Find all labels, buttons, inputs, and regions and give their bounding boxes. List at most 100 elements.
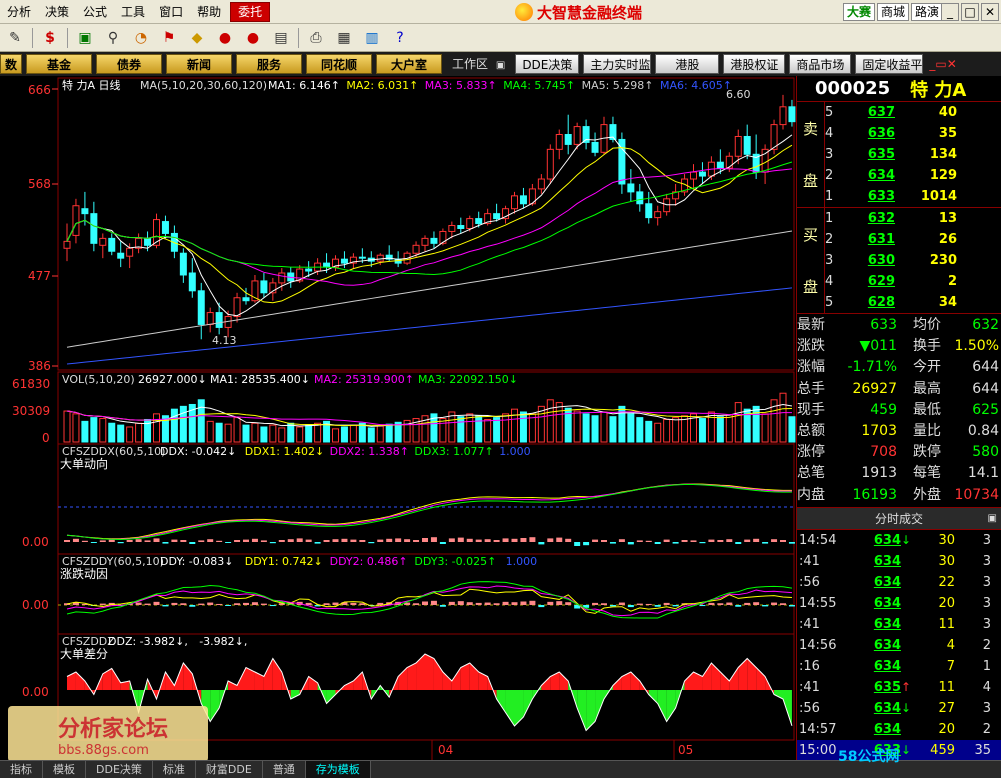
status-tab[interactable]: 标准: [153, 760, 196, 778]
candle-body: [197, 290, 205, 325]
status-tab[interactable]: 指标: [0, 760, 43, 778]
diamond-icon[interactable]: ◆: [186, 27, 208, 49]
panel-window-icons[interactable]: _▭✕: [929, 57, 956, 71]
btn-main-monitor[interactable]: 主力实时监控: [583, 54, 652, 74]
link-roadshow[interactable]: 路演: [911, 3, 944, 21]
restore-icon[interactable]: □: [961, 3, 979, 21]
link-mall[interactable]: 商城: [877, 3, 910, 21]
trade-price[interactable]: 634: [851, 530, 901, 551]
trade-toggle-icon[interactable]: ▣: [988, 508, 997, 530]
btn-vip-room[interactable]: 大户室: [376, 54, 443, 74]
ddx-bar: [735, 542, 742, 544]
trade-price[interactable]: 634: [851, 614, 901, 635]
ddz-segment: [442, 672, 452, 690]
bear-icon[interactable]: ●: [214, 27, 236, 49]
menu-analysis[interactable]: 分析: [0, 0, 38, 24]
ddx-bar: [162, 542, 169, 544]
trade-header[interactable]: 分时成交 ▣: [797, 507, 1001, 530]
stat-value: 633: [870, 317, 897, 333]
status-tab[interactable]: DDE决策: [86, 760, 153, 778]
order-row[interactable]: 1 633 1014: [825, 186, 1001, 207]
order-row[interactable]: 4 629 2: [825, 271, 1001, 292]
status-tab[interactable]: 模板: [43, 760, 86, 778]
bull-icon[interactable]: ●: [242, 27, 264, 49]
dollar-icon[interactable]: $: [39, 27, 61, 49]
stock-name: 特 力A: [910, 79, 967, 101]
order-row[interactable]: 5 628 34: [825, 292, 1001, 313]
trade-price[interactable]: 634: [851, 572, 901, 593]
red-flag-icon[interactable]: ⚑: [158, 27, 180, 49]
btn-tonghuashun[interactable]: 同花顺: [306, 54, 373, 74]
btn-fixed-income[interactable]: 固定收益平台: [855, 54, 924, 74]
pencil-icon[interactable]: ✎: [4, 27, 26, 49]
order-row[interactable]: 3 630 230: [825, 250, 1001, 271]
printer-icon[interactable]: ⎙: [305, 27, 327, 49]
menu-bar: 分析 决策 公式 工具 窗口 帮助 委托 大智慧金融终端 大赛 商城 路演 _ …: [0, 0, 1001, 24]
menu-window[interactable]: 窗口: [152, 0, 190, 24]
menu-tools[interactable]: 工具: [114, 0, 152, 24]
order-price[interactable]: 634: [837, 165, 895, 186]
btn-hk-warrant[interactable]: 港股权证: [723, 54, 786, 74]
order-row[interactable]: 3 635 134: [825, 144, 1001, 165]
trade-price[interactable]: 634: [851, 551, 901, 572]
order-volume: 40: [938, 105, 957, 120]
ddz-segment: [398, 667, 408, 690]
order-row[interactable]: 4 636 35: [825, 123, 1001, 144]
trade-price[interactable]: 634: [851, 719, 901, 740]
workspace-label[interactable]: 工作区 ▣: [446, 54, 512, 74]
btn-hk-stock[interactable]: 港股: [655, 54, 720, 74]
menu-decision[interactable]: 决策: [38, 0, 76, 24]
minimize-icon[interactable]: _: [941, 3, 959, 21]
order-price[interactable]: 628: [837, 292, 895, 313]
pie-chart-icon[interactable]: ◔: [130, 27, 152, 49]
order-price[interactable]: 630: [837, 250, 895, 271]
ddx-bar: [359, 540, 366, 542]
order-price[interactable]: 629: [837, 271, 895, 292]
order-row[interactable]: 1 632 13: [825, 208, 1001, 229]
trade-price[interactable]: 635: [851, 677, 901, 698]
status-tab[interactable]: 财富DDE: [196, 760, 263, 778]
btn-bond[interactable]: 债券: [96, 54, 163, 74]
menu-formula[interactable]: 公式: [76, 0, 114, 24]
trade-price[interactable]: 634: [851, 656, 901, 677]
ddx-bar: [565, 538, 572, 542]
stats-icon[interactable]: ▥: [361, 27, 383, 49]
entrust-button[interactable]: 委托: [230, 1, 271, 22]
order-row[interactable]: 2 634 129: [825, 165, 1001, 186]
order-price[interactable]: 633: [837, 186, 895, 207]
order-row[interactable]: 5 637 40: [825, 102, 1001, 123]
order-price[interactable]: 637: [837, 102, 895, 123]
btn-news[interactable]: 新闻: [166, 54, 233, 74]
brand-title: 大智慧金融终端: [515, 2, 642, 22]
close-icon[interactable]: ✕: [981, 3, 999, 21]
btn-service[interactable]: 服务: [236, 54, 303, 74]
status-tab[interactable]: 普通: [263, 760, 306, 778]
order-price[interactable]: 636: [837, 123, 895, 144]
btn-commodity[interactable]: 商品市场: [789, 54, 852, 74]
order-price[interactable]: 631: [837, 229, 895, 250]
layout-icon[interactable]: ▦: [333, 27, 355, 49]
help-pointer-icon[interactable]: ?: [389, 27, 411, 49]
candle-body: [412, 244, 420, 254]
book-icon[interactable]: ▤: [270, 27, 292, 49]
btn-data[interactable]: 数: [0, 54, 23, 74]
order-price[interactable]: 632: [837, 208, 895, 229]
trade-price[interactable]: 634: [851, 698, 901, 719]
trade-price[interactable]: 634: [851, 593, 901, 614]
ddx-bar: [520, 538, 527, 542]
trade-price[interactable]: 634: [851, 635, 901, 656]
status-tab[interactable]: 存为模板: [305, 760, 371, 778]
order-row[interactable]: 2 631 26: [825, 229, 1001, 250]
ddy-bar: [234, 603, 241, 605]
ticker-icon[interactable]: ▣: [74, 27, 96, 49]
menu-help[interactable]: 帮助: [190, 0, 228, 24]
link-contest[interactable]: 大赛: [843, 3, 876, 21]
btn-dde[interactable]: DDE决策: [515, 54, 580, 74]
ddy-bar: [305, 602, 312, 605]
chart-area[interactable]: 特 力A 日线 MA(5,10,20,30,60,120) MA1: 6.146…: [0, 76, 796, 760]
btn-fund[interactable]: 基金: [26, 54, 93, 74]
order-price[interactable]: 635: [837, 144, 895, 165]
workspace-toggle-icon[interactable]: ▣: [496, 60, 505, 71]
binoculars-icon[interactable]: ⚲: [102, 27, 124, 49]
candle-body: [788, 106, 796, 123]
